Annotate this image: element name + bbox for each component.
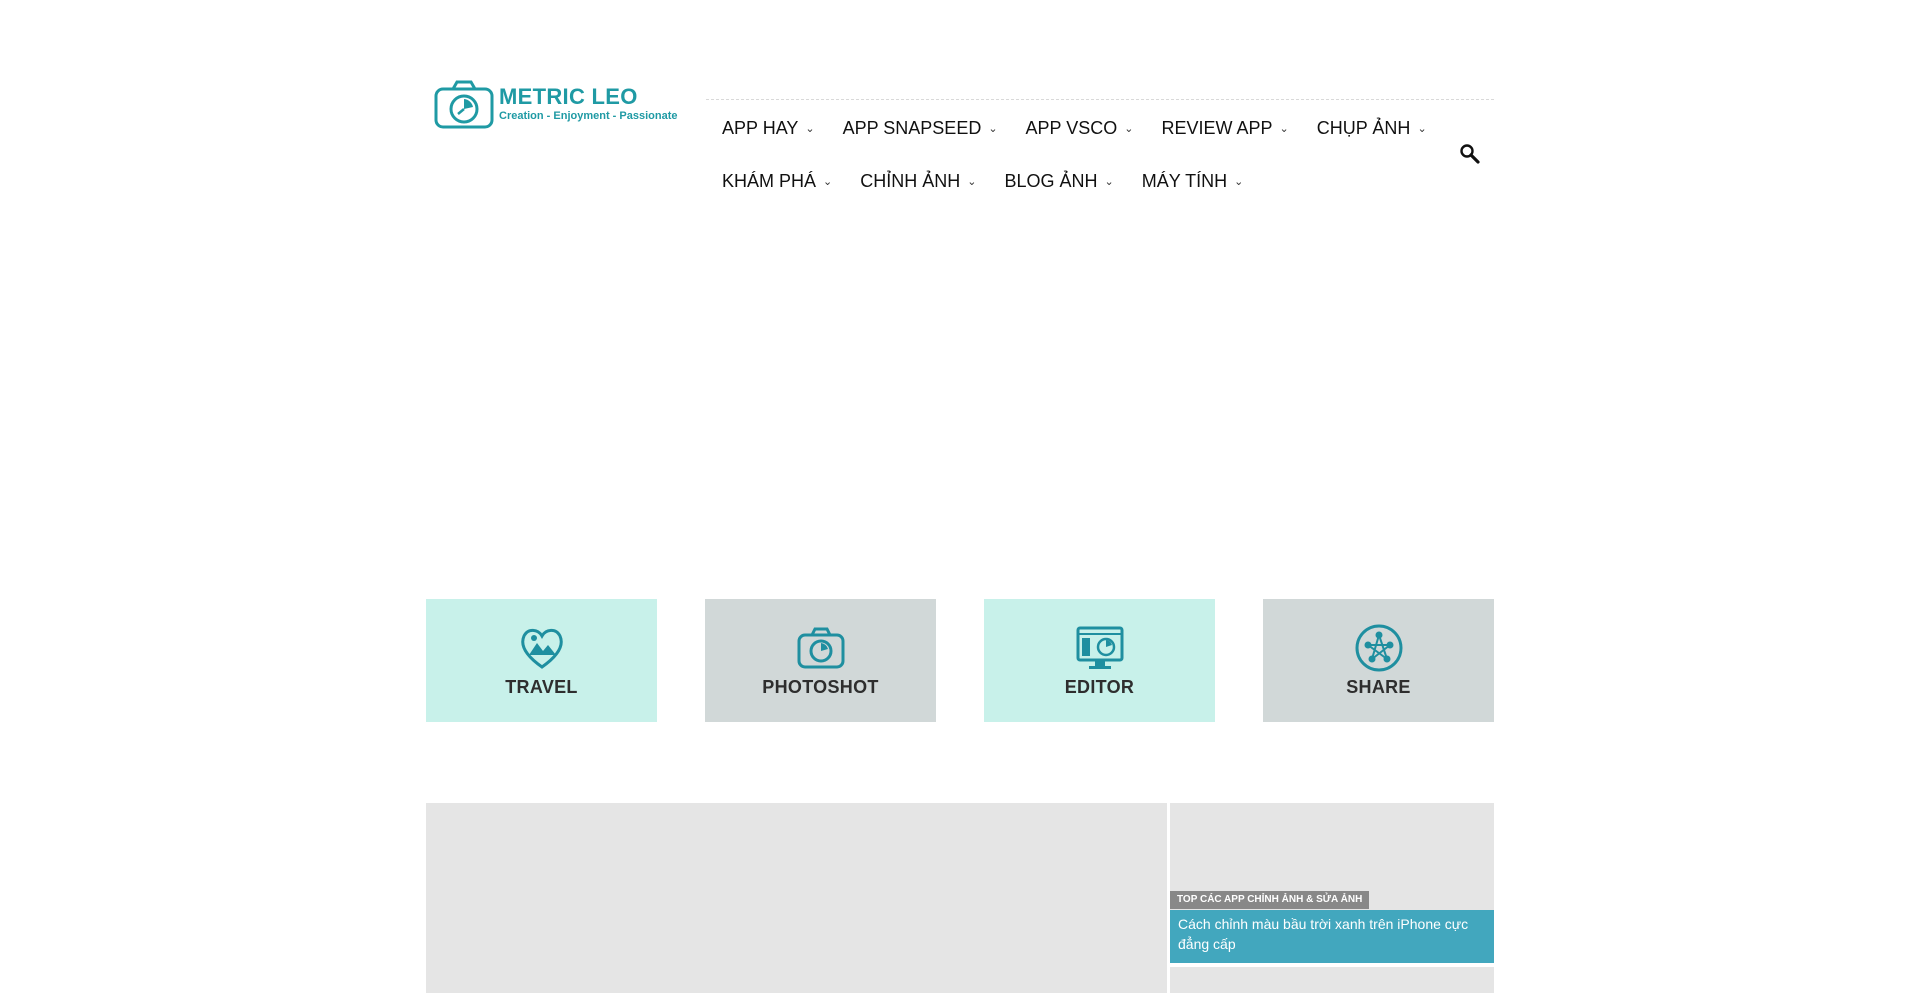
logo-tagline: Creation - Enjoyment - Passionate bbox=[499, 110, 678, 122]
nav-item-label: APP HAY bbox=[722, 117, 799, 138]
nav-item-app-snapseed[interactable]: APP SNAPSEED ⌄ bbox=[843, 116, 998, 140]
nav-divider bbox=[706, 99, 1494, 100]
chevron-down-icon: ⌄ bbox=[1417, 122, 1427, 135]
camera-clock-icon bbox=[434, 80, 494, 129]
nav-item-label: CHỤP ẢNH bbox=[1316, 117, 1411, 138]
logo-title: METRIC LEO bbox=[499, 84, 638, 109]
monitor-icon bbox=[1076, 626, 1123, 669]
category-label: PHOTOSHOT bbox=[762, 677, 879, 697]
nav-item-may-tinh[interactable]: MÁY TÍNH ⌄ bbox=[1142, 169, 1244, 193]
nav-item-label: CHỈNH ẢNH bbox=[860, 170, 961, 191]
nav-item-label: REVIEW APP bbox=[1161, 117, 1273, 138]
chevron-down-icon: ⌄ bbox=[1234, 175, 1244, 188]
nav-item-label: APP VSCO bbox=[1025, 117, 1118, 138]
featured-side-post-2[interactable] bbox=[1170, 967, 1494, 993]
category-label: EDITOR bbox=[1064, 677, 1135, 697]
search-icon[interactable] bbox=[1459, 143, 1481, 165]
camera-icon bbox=[797, 627, 844, 669]
nav-item-app-vsco[interactable]: APP VSCO ⌄ bbox=[1026, 116, 1134, 140]
ad-placeholder bbox=[426, 230, 1494, 560]
chevron-down-icon: ⌄ bbox=[967, 175, 977, 188]
nav-item-label: BLOG ẢNH bbox=[1004, 170, 1098, 191]
nav-item-label: MÁY TÍNH bbox=[1141, 170, 1228, 191]
featured-main-post[interactable] bbox=[426, 803, 1167, 993]
heart-mountain-icon bbox=[520, 628, 563, 669]
nav-item-chinh-anh[interactable]: CHỈNH ẢNH ⌄ bbox=[860, 169, 976, 193]
nav-item-review-app[interactable]: REVIEW APP ⌄ bbox=[1161, 116, 1288, 140]
category-label: TRAVEL bbox=[505, 677, 578, 697]
category-share[interactable]: SHARE bbox=[1263, 599, 1494, 722]
share-network-icon bbox=[1355, 624, 1402, 672]
chevron-down-icon: ⌄ bbox=[805, 122, 815, 135]
site-logo[interactable]: METRIC LEO Creation - Enjoyment - Passio… bbox=[433, 76, 679, 132]
nav-item-blog-anh[interactable]: BLOG ẢNH ⌄ bbox=[1004, 169, 1113, 193]
category-photoshot[interactable]: PHOTOSHOT bbox=[705, 599, 936, 722]
chevron-down-icon: ⌄ bbox=[988, 122, 998, 135]
category-label: SHARE bbox=[1346, 677, 1411, 697]
chevron-down-icon: ⌄ bbox=[823, 175, 833, 188]
main-nav-row-1: APP HAY ⌄ APP SNAPSEED ⌄ APP VSCO ⌄ REVIEW … bbox=[722, 116, 1455, 140]
post-title[interactable]: Cách chỉnh màu bầu trời xanh trên iPhone… bbox=[1170, 910, 1494, 963]
nav-item-label: APP SNAPSEED bbox=[842, 117, 982, 138]
nav-item-label: KHÁM PHÁ bbox=[722, 170, 817, 191]
main-nav-row-2: KHÁM PHÁ ⌄ CHỈNH ẢNH ⌄ BLOG ẢNH ⌄ MÁY TÍNH ⌄ bbox=[722, 169, 1271, 193]
nav-item-kham-pha[interactable]: KHÁM PHÁ ⌄ bbox=[722, 169, 832, 193]
nav-item-app-hay[interactable]: APP HAY ⌄ bbox=[722, 116, 815, 140]
category-editor[interactable]: EDITOR bbox=[984, 599, 1215, 722]
category-travel[interactable]: TRAVEL bbox=[426, 599, 657, 722]
post-category-badge[interactable]: TOP CÁC APP CHỈNH ẢNH & SỬA ẢNH bbox=[1170, 891, 1370, 909]
chevron-down-icon: ⌄ bbox=[1124, 122, 1134, 135]
chevron-down-icon: ⌄ bbox=[1104, 175, 1114, 188]
chevron-down-icon: ⌄ bbox=[1279, 122, 1289, 135]
nav-item-chup-anh[interactable]: CHỤP ẢNH ⌄ bbox=[1317, 116, 1427, 140]
